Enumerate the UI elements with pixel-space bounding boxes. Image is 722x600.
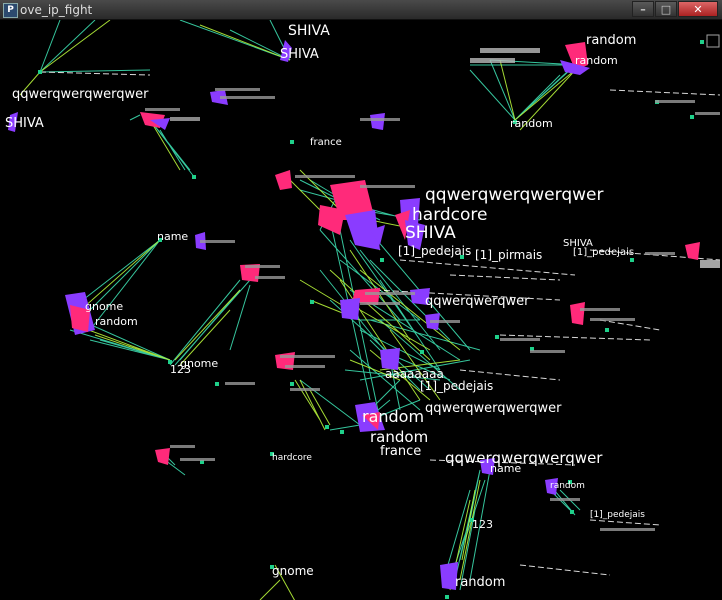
label-random: random xyxy=(586,33,636,48)
window-title: ove_ip_fight xyxy=(20,3,93,17)
label-pedejais: [1]_pedejais xyxy=(420,379,493,393)
processing-app-icon: P xyxy=(3,3,18,18)
label-random: random xyxy=(510,117,553,130)
label-name: name xyxy=(490,462,521,475)
small-label-clutter xyxy=(145,34,720,531)
label-shiva: SHIVA xyxy=(280,47,319,62)
label-france: france xyxy=(380,444,421,459)
label-random: random xyxy=(95,315,138,328)
label-gnome: gnome xyxy=(272,564,314,578)
window-controls: – □ ✕ xyxy=(631,1,718,17)
label-qqwer: qqwerqwerqwerqwer xyxy=(425,401,562,416)
maximize-button[interactable]: □ xyxy=(655,1,677,17)
label-france: france xyxy=(310,137,342,148)
visualization-canvas[interactable]: SHIVA SHIVA qqwerqwerqwerqwer SHIVA rand… xyxy=(0,20,722,600)
label-gnome: gnome xyxy=(85,300,123,313)
label-pirmais: [1]_pirmais xyxy=(475,248,542,262)
label-shiva: SHIVA xyxy=(288,23,330,39)
label-qqwer: qqwerqwerqwerqwer xyxy=(445,449,603,467)
label-name: name xyxy=(157,230,188,243)
window-titlebar[interactable]: P ove_ip_fight – □ ✕ xyxy=(0,0,722,20)
label-random: random xyxy=(550,481,585,491)
label-random-big: random xyxy=(362,407,424,426)
label-shiva: SHIVA xyxy=(5,116,44,131)
label-qqwer: qqwerqwerqwer xyxy=(425,294,530,309)
label-pedejais: [1]_pedejais xyxy=(590,510,645,520)
label-shiva-big: SHIVA xyxy=(405,223,456,243)
network-graph: SHIVA SHIVA qqwerqwerqwerqwer SHIVA rand… xyxy=(5,20,721,600)
label-qqwer: qqwerqwerqwerqwer xyxy=(12,87,149,102)
close-button[interactable]: ✕ xyxy=(678,1,718,17)
label-hardcore: hardcore xyxy=(272,453,312,463)
label-random: random xyxy=(575,54,618,67)
label-pedejais: [1]_pedejais xyxy=(398,244,471,258)
label-123: 123 xyxy=(170,363,191,376)
label-random: random xyxy=(455,575,505,590)
label-qqwer-big: qqwerqwerqwerqwer xyxy=(425,185,603,205)
label-hardcore: hardcore xyxy=(412,205,488,225)
label-pedejais: [1]_pedejais xyxy=(573,247,634,258)
label-123: 123 xyxy=(472,518,493,531)
minimize-button[interactable]: – xyxy=(632,1,654,17)
